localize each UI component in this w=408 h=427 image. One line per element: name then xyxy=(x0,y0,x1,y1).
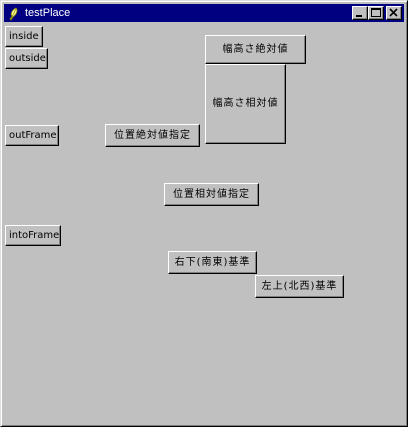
out-frame-button[interactable]: outFrame xyxy=(5,125,59,146)
into-frame-button[interactable]: intoFrame xyxy=(5,225,61,246)
outside-button[interactable]: outside xyxy=(5,48,48,69)
anchor-bottom-right-button[interactable]: 右下(南東)基準 xyxy=(168,251,257,274)
client-area: inside outside outFrame intoFrame 幅高さ絶対値… xyxy=(4,23,404,423)
size-relative-button[interactable]: 幅高さ相対値 xyxy=(205,64,286,144)
maximize-icon xyxy=(371,8,381,17)
minimize-button[interactable] xyxy=(352,6,368,20)
window-title: testPlace xyxy=(25,7,71,19)
close-icon xyxy=(389,8,398,17)
feather-icon xyxy=(7,6,21,21)
inside-button[interactable]: inside xyxy=(5,26,43,47)
maximize-button[interactable] xyxy=(368,6,384,20)
app-window: testPlace inside outside outFrame intoFr… xyxy=(0,0,408,427)
anchor-top-left-button[interactable]: 左上(北西)基準 xyxy=(255,275,344,298)
title-bar[interactable]: testPlace xyxy=(4,4,404,22)
position-absolute-button[interactable]: 位置絶対値指定 xyxy=(105,124,200,147)
minimize-icon xyxy=(356,15,362,17)
position-relative-button[interactable]: 位置相対値指定 xyxy=(164,183,259,206)
size-absolute-button[interactable]: 幅高さ絶対値 xyxy=(205,35,306,64)
close-button[interactable] xyxy=(386,6,402,20)
